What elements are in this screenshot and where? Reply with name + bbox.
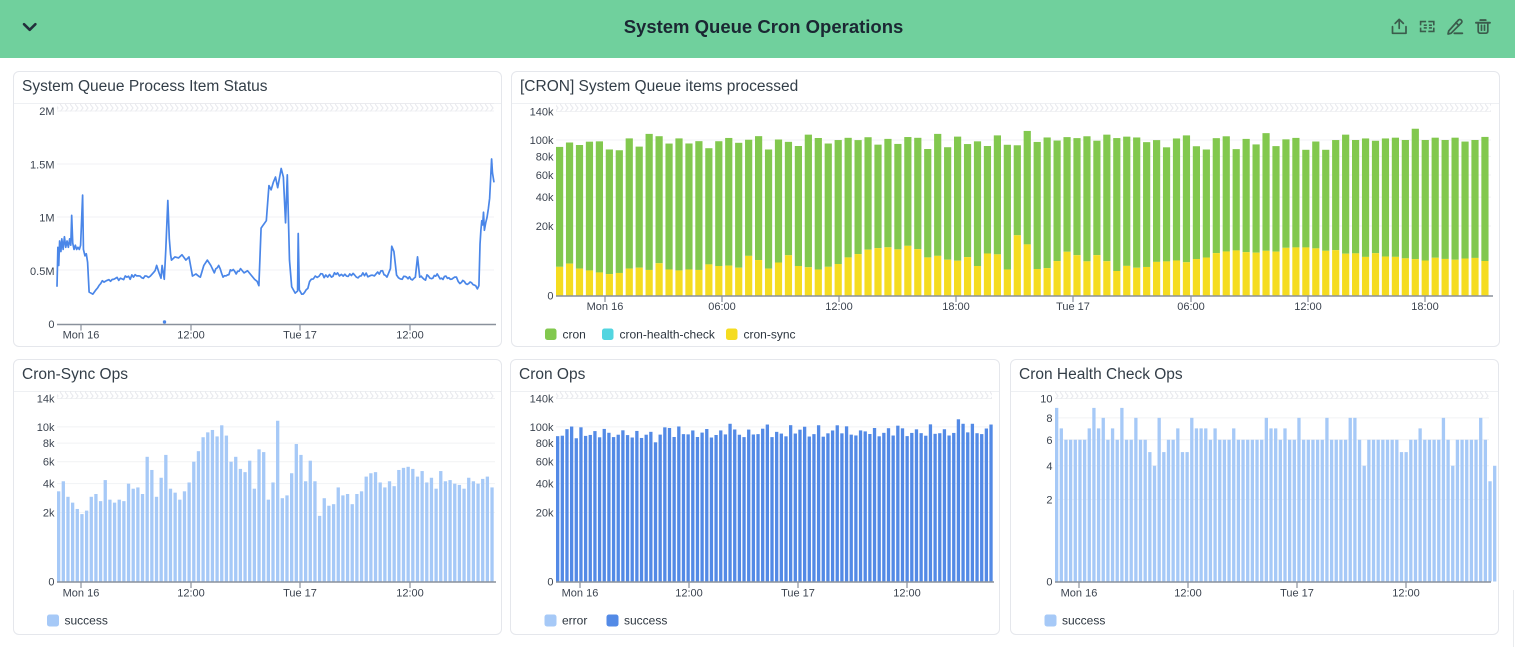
svg-text:40k: 40k bbox=[536, 192, 554, 204]
svg-text:4k: 4k bbox=[43, 479, 55, 491]
svg-text:Mon 16: Mon 16 bbox=[1061, 588, 1098, 600]
svg-text:60k: 60k bbox=[536, 170, 554, 182]
svg-text:Tue 17: Tue 17 bbox=[283, 588, 317, 600]
svg-text:error: error bbox=[562, 614, 587, 628]
svg-text:0.5M: 0.5M bbox=[30, 266, 54, 278]
svg-text:12:00: 12:00 bbox=[396, 588, 424, 600]
svg-text:cron-health-check: cron-health-check bbox=[620, 328, 716, 342]
svg-text:0: 0 bbox=[547, 291, 553, 303]
svg-text:12:00: 12:00 bbox=[893, 588, 921, 600]
svg-text:10: 10 bbox=[1040, 394, 1052, 406]
svg-text:cron: cron bbox=[563, 328, 586, 342]
svg-text:20k: 20k bbox=[536, 221, 554, 233]
svg-text:12:00: 12:00 bbox=[1392, 588, 1420, 600]
svg-text:12:00: 12:00 bbox=[177, 330, 205, 342]
svg-text:Tue 17: Tue 17 bbox=[283, 330, 317, 342]
svg-text:100k: 100k bbox=[530, 422, 554, 434]
svg-text:20k: 20k bbox=[536, 507, 554, 519]
svg-text:success: success bbox=[624, 614, 667, 628]
svg-text:12:00: 12:00 bbox=[1294, 301, 1322, 313]
svg-text:Mon 16: Mon 16 bbox=[562, 588, 599, 600]
svg-text:60k: 60k bbox=[536, 457, 554, 469]
svg-text:4: 4 bbox=[1046, 461, 1052, 473]
svg-text:Tue 17: Tue 17 bbox=[1056, 301, 1090, 313]
svg-text:12:00: 12:00 bbox=[396, 330, 424, 342]
svg-text:18:00: 18:00 bbox=[1411, 301, 1439, 313]
svg-text:cron-sync: cron-sync bbox=[744, 328, 796, 342]
svg-text:14k: 14k bbox=[37, 394, 55, 406]
svg-text:8k: 8k bbox=[43, 438, 55, 450]
svg-text:80k: 80k bbox=[536, 438, 554, 450]
svg-text:12:00: 12:00 bbox=[825, 301, 853, 313]
svg-text:Tue 17: Tue 17 bbox=[781, 588, 815, 600]
svg-text:8: 8 bbox=[1046, 413, 1052, 425]
svg-text:12:00: 12:00 bbox=[1174, 588, 1202, 600]
svg-text:100k: 100k bbox=[530, 135, 554, 147]
svg-text:80k: 80k bbox=[536, 151, 554, 163]
svg-text:success: success bbox=[1062, 614, 1105, 628]
svg-text:6k: 6k bbox=[43, 457, 55, 469]
svg-text:1M: 1M bbox=[39, 213, 54, 225]
svg-text:12:00: 12:00 bbox=[177, 588, 205, 600]
svg-text:Tue 17: Tue 17 bbox=[1280, 588, 1314, 600]
svg-text:Mon 16: Mon 16 bbox=[63, 330, 100, 342]
svg-text:Mon 16: Mon 16 bbox=[63, 588, 100, 600]
svg-text:2M: 2M bbox=[39, 106, 54, 118]
svg-text:10k: 10k bbox=[37, 422, 55, 434]
svg-text:0: 0 bbox=[547, 577, 553, 589]
svg-text:06:00: 06:00 bbox=[1177, 301, 1205, 313]
svg-text:40k: 40k bbox=[536, 479, 554, 491]
svg-text:2: 2 bbox=[1046, 495, 1052, 507]
svg-text:06:00: 06:00 bbox=[708, 301, 736, 313]
svg-text:18:00: 18:00 bbox=[942, 301, 970, 313]
svg-text:12:00: 12:00 bbox=[675, 588, 703, 600]
svg-text:success: success bbox=[65, 614, 108, 628]
svg-text:0: 0 bbox=[1046, 577, 1052, 589]
svg-text:2k: 2k bbox=[43, 507, 55, 519]
svg-text:140k: 140k bbox=[530, 394, 554, 406]
svg-text:6: 6 bbox=[1046, 435, 1052, 447]
svg-text:0: 0 bbox=[48, 319, 54, 331]
svg-text:1.5M: 1.5M bbox=[30, 159, 54, 171]
svg-text:0: 0 bbox=[48, 577, 54, 589]
svg-text:140k: 140k bbox=[530, 107, 554, 119]
svg-text:Mon 16: Mon 16 bbox=[587, 301, 624, 313]
